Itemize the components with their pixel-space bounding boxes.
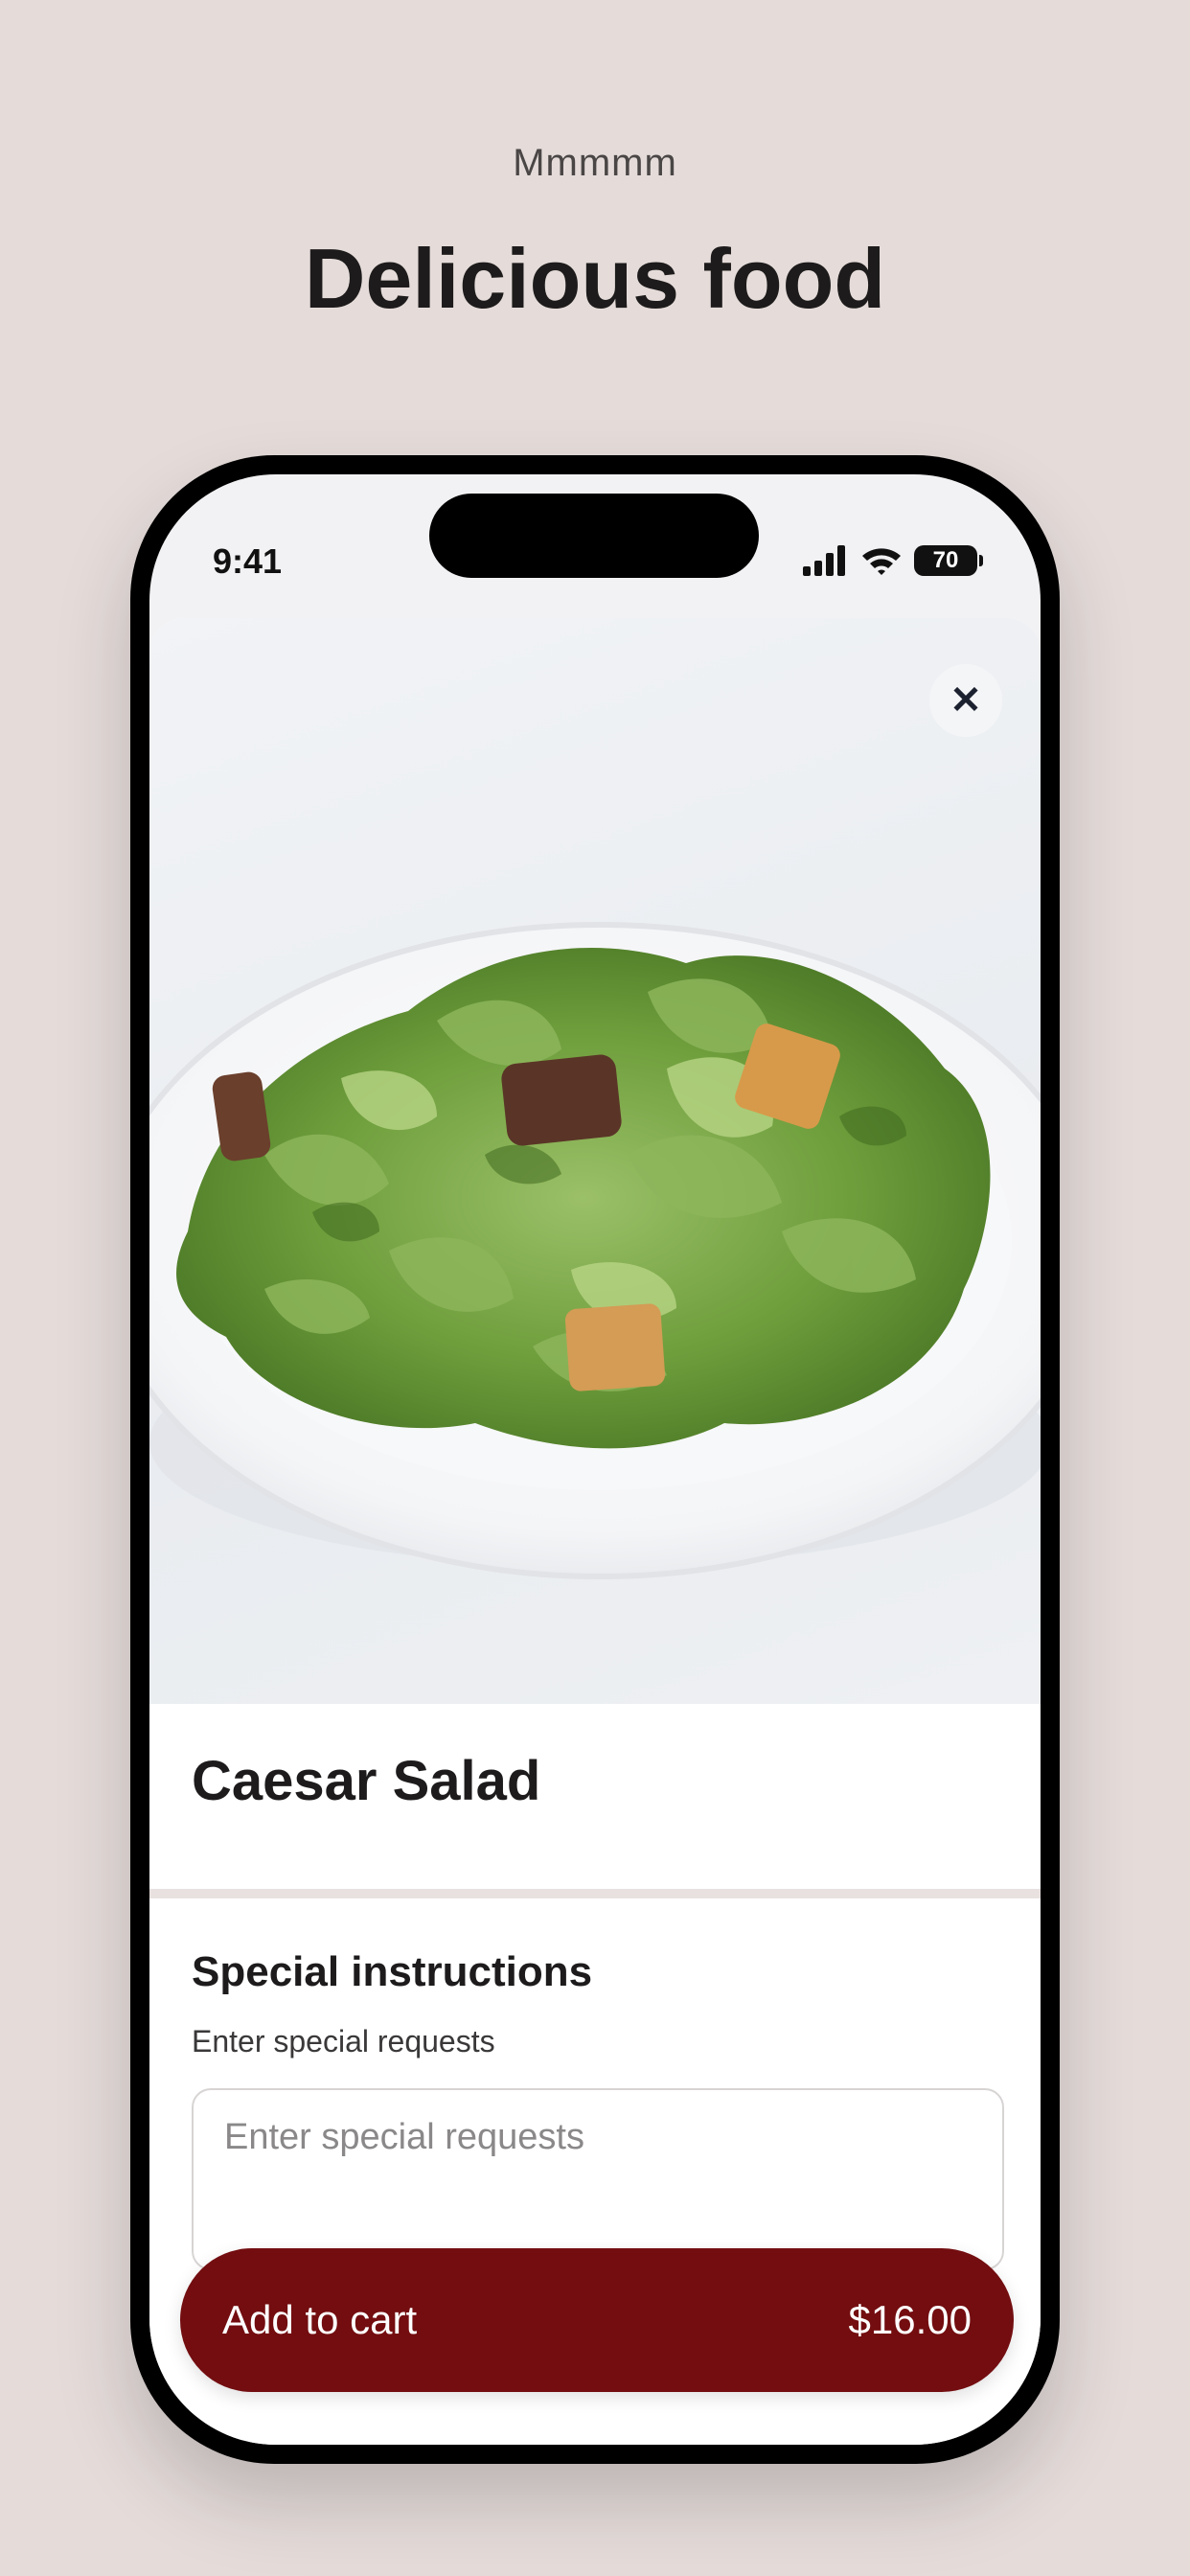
- phone-frame: 9:41 70 ✕ Caesar Salad Special instructi…: [130, 455, 1060, 2464]
- special-instructions-subtitle: Enter special requests: [192, 2024, 495, 2058]
- special-requests-input[interactable]: [192, 2088, 1004, 2270]
- promo-title: Delicious food: [304, 231, 886, 326]
- section-divider: [149, 1889, 1041, 1898]
- status-time: 9:41: [213, 541, 283, 581]
- item-title: Caesar Salad: [192, 1750, 541, 1812]
- status-icons: 70: [803, 545, 983, 576]
- promo-eyebrow: Mmmmm: [513, 142, 677, 184]
- item-detail-sheet: ✕ Caesar Salad Special instructions Ente…: [149, 618, 1041, 2445]
- dynamic-island: [429, 494, 759, 578]
- close-icon: ✕: [950, 679, 982, 722]
- cellular-signal-icon: [803, 545, 845, 576]
- wifi-icon: [862, 548, 901, 575]
- cart-price: $16.00: [848, 2297, 972, 2342]
- special-instructions-title: Special instructions: [192, 1948, 593, 1995]
- add-to-cart-label: Add to cart: [222, 2297, 418, 2342]
- phone-screen: 9:41 70 ✕ Caesar Salad Special instructi…: [149, 474, 1041, 2445]
- battery-icon: 70: [914, 545, 983, 576]
- close-button[interactable]: ✕: [929, 664, 1002, 737]
- add-to-cart-button[interactable]: Add to cart $16.00: [180, 2248, 1014, 2392]
- salad-illustration: [149, 922, 1041, 1579]
- caesar-salad-photo: ✕: [149, 618, 1041, 1704]
- battery-level: 70: [932, 547, 959, 573]
